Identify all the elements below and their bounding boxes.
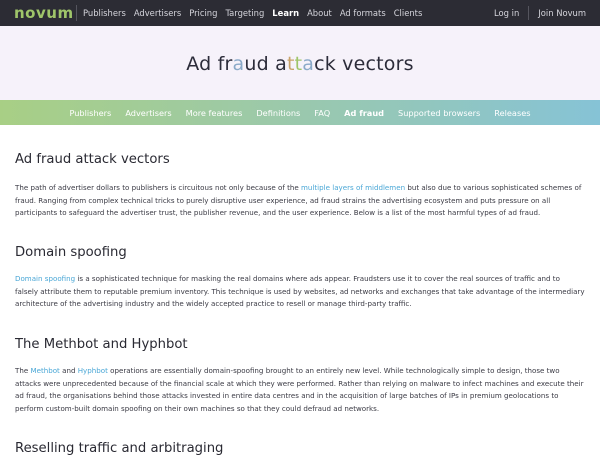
nav-link-targeting[interactable]: Targeting <box>225 8 264 18</box>
body-text: is a sophisticated technique for masking… <box>15 274 585 308</box>
section-title-reselling-traffic: Reselling traffic and arbitraging <box>15 441 224 456</box>
subnav-releases[interactable]: Releases <box>494 108 530 118</box>
join-link[interactable]: Join Novum <box>538 8 586 18</box>
title-part: a <box>302 53 315 75</box>
nav-link-about[interactable]: About <box>307 8 332 18</box>
title-part: t <box>286 53 295 75</box>
body-text: The <box>15 366 31 375</box>
subnav-publishers[interactable]: Publishers <box>69 108 111 118</box>
title-part: ck vectors <box>314 53 414 75</box>
logo-divider <box>76 5 77 21</box>
nav-link-advertisers[interactable]: Advertisers <box>134 8 181 18</box>
hyphbot-link[interactable]: Hyphbot <box>78 366 108 375</box>
nav-link-learn[interactable]: Learn <box>272 8 299 18</box>
nav-link-ad-formats[interactable]: Ad formats <box>340 8 386 18</box>
section-body-methbot-hyphbot: The Methbot and Hyphbot operations are e… <box>15 365 585 415</box>
subnav-supported-browsers[interactable]: Supported browsers <box>398 108 480 118</box>
section-title-attack-vectors: Ad fraud attack vectors <box>15 152 170 167</box>
account-divider <box>528 6 530 20</box>
top-navbar: novum Publishers Advertisers Pricing Tar… <box>0 0 600 26</box>
account-nav: Log in Join Novum <box>494 0 586 26</box>
section-body-attack-vectors: The path of advertiser dollars to publis… <box>15 182 585 220</box>
title-part: ud a <box>244 53 287 75</box>
subnav-more-features[interactable]: More features <box>186 108 243 118</box>
section-body-domain-spoofing: Domain spoofing is a sophisticated techn… <box>15 273 585 311</box>
title-part: Ad fr <box>186 53 233 75</box>
subnav-advertisers[interactable]: Advertisers <box>125 108 171 118</box>
novum-logo[interactable]: novum <box>14 4 76 22</box>
body-text: The path of advertiser dollars to publis… <box>15 183 302 192</box>
login-link[interactable]: Log in <box>494 8 519 18</box>
hero-banner: Ad fraud attack vectors <box>0 26 600 100</box>
domain-spoofing-link[interactable]: Domain spoofing <box>15 274 75 283</box>
section-title-domain-spoofing: Domain spoofing <box>15 245 127 260</box>
subnav-faq[interactable]: FAQ <box>314 108 330 118</box>
learn-subnav: Publishers Advertisers More features Def… <box>0 100 600 125</box>
methbot-link[interactable]: Methbot <box>30 366 59 375</box>
body-text: and <box>59 366 78 375</box>
nav-link-pricing[interactable]: Pricing <box>189 8 217 18</box>
main-nav: Publishers Advertisers Pricing Targeting… <box>83 8 430 18</box>
subnav-ad-fraud[interactable]: Ad fraud <box>344 108 384 118</box>
title-part: a <box>232 53 245 75</box>
page-title: Ad fraud attack vectors <box>186 51 414 75</box>
nav-link-publishers[interactable]: Publishers <box>83 8 126 18</box>
nav-link-clients[interactable]: Clients <box>394 8 423 18</box>
section-title-methbot-hyphbot: The Methbot and Hyphbot <box>15 337 188 352</box>
middlemen-link[interactable]: multiple layers of middlemen <box>301 183 405 192</box>
subnav-definitions[interactable]: Definitions <box>256 108 300 118</box>
